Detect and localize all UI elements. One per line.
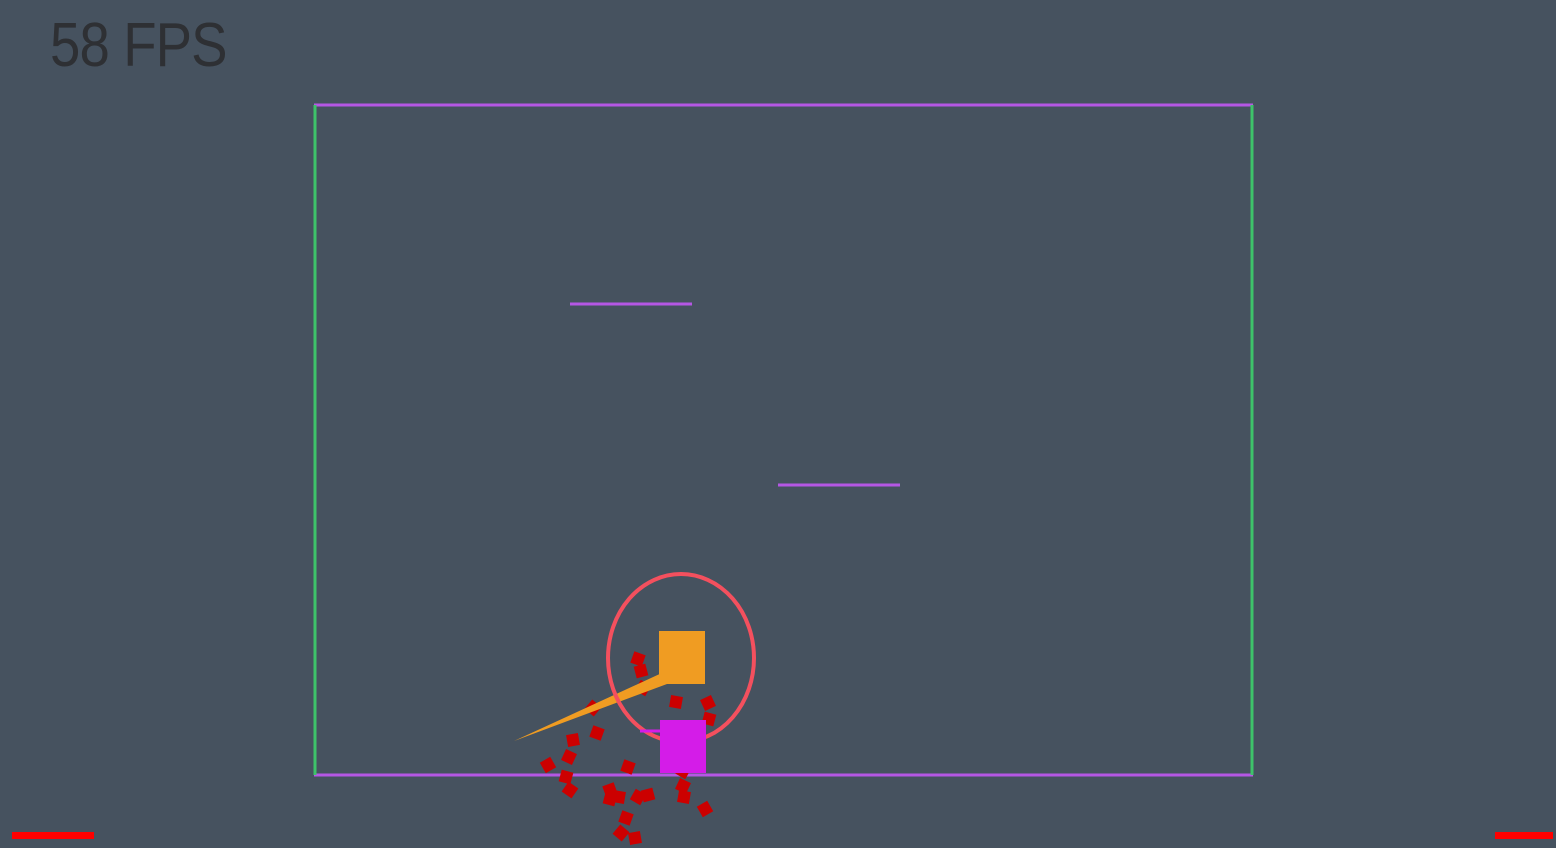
enemy-square — [659, 631, 705, 684]
health-bar-right — [1495, 832, 1553, 839]
background — [0, 0, 1556, 848]
game-canvas — [0, 0, 1556, 848]
particle — [628, 831, 642, 845]
fps-counter: 58 FPS — [50, 11, 228, 80]
particle — [677, 790, 691, 804]
particle — [566, 733, 580, 747]
player-square — [660, 720, 706, 773]
particle — [669, 695, 683, 709]
health-bar-left — [12, 832, 94, 839]
